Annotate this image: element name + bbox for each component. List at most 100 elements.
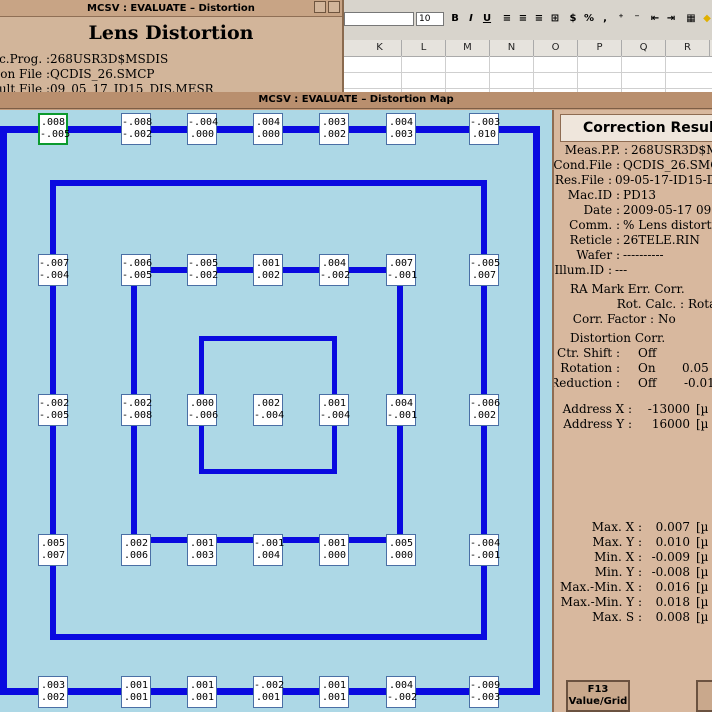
x-value: .001: [255, 258, 281, 269]
value-cell[interactable]: .008 -.005: [38, 113, 70, 145]
x-value: .001: [321, 398, 347, 409]
value-cell[interactable]: -.006 -.005: [121, 254, 152, 286]
column-headers: K L M N O P Q R: [344, 40, 712, 57]
ctr-shift-label: Ctr. Shift :: [557, 346, 620, 360]
x-value: .004: [388, 398, 414, 409]
info-label: Cond.File :: [553, 158, 620, 172]
distortion-map-titlebar[interactable]: MCSV : EVALUATE – Distortion Map: [0, 92, 712, 109]
value-cell[interactable]: .004 -.001: [386, 394, 417, 426]
value-cell[interactable]: .001.003: [187, 534, 217, 566]
value-cell[interactable]: .003.002: [38, 676, 68, 708]
reduction-value: -0.01: [684, 376, 712, 390]
value-cell[interactable]: .007 -.001: [386, 254, 417, 286]
grid-line: [344, 72, 712, 73]
column-header[interactable]: L: [402, 40, 446, 56]
x-value: .002: [255, 398, 281, 409]
value-cell[interactable]: -.002 -.008: [121, 394, 152, 426]
stat-label: Min. Y :: [594, 565, 642, 579]
bold-button[interactable]: B: [448, 12, 462, 26]
function-key-button[interactable]: [696, 680, 712, 712]
underline-button[interactable]: U: [480, 12, 494, 26]
value-cell[interactable]: -.004 -.001: [469, 534, 500, 566]
info-label: Res.File :: [554, 173, 612, 187]
value-cell[interactable]: .001.000: [319, 534, 349, 566]
percent-button[interactable]: %: [582, 12, 596, 26]
value-cell[interactable]: .001.001: [187, 676, 217, 708]
value-cell[interactable]: -.002.001: [253, 676, 284, 708]
grid-line: [401, 56, 402, 92]
value-cell[interactable]: .005.000: [386, 534, 416, 566]
info-value: ---: [615, 263, 628, 277]
value-cell[interactable]: -.007 -.004: [38, 254, 70, 286]
column-header[interactable]: O: [534, 40, 578, 56]
info-label: Date :: [583, 203, 620, 217]
value-cell[interactable]: -.002 -.005: [38, 394, 70, 426]
font-size-select[interactable]: 10: [416, 12, 444, 26]
value-cell[interactable]: .005.007: [38, 534, 68, 566]
distortion-map: .008 -.005 -.008 -.002 -.004.000 .004.000 …: [0, 110, 552, 712]
value-cell[interactable]: .001.001: [319, 676, 349, 708]
y-value: .002: [40, 692, 66, 703]
value-cell[interactable]: -.006.002: [469, 394, 500, 426]
value-cell[interactable]: .002.006: [121, 534, 151, 566]
value-cell[interactable]: -.003.010: [469, 113, 500, 145]
value-cell[interactable]: .000 -.006: [187, 394, 218, 426]
italic-button[interactable]: I: [464, 12, 478, 26]
column-header[interactable]: N: [490, 40, 534, 56]
x-value: .008: [40, 117, 66, 128]
lens-heading: Lens Distortion: [88, 22, 254, 44]
borders-icon[interactable]: ▦: [684, 12, 698, 26]
value-cell[interactable]: .004 -.002: [319, 254, 350, 286]
y-value: -.004: [39, 270, 70, 281]
indent-icon[interactable]: ⇤: [648, 12, 662, 26]
currency-button[interactable]: $: [566, 12, 580, 26]
second-grid-line: [50, 180, 487, 186]
value-cell[interactable]: .003.002: [319, 113, 349, 145]
column-header[interactable]: R: [666, 40, 710, 56]
column-header[interactable]: K: [358, 40, 402, 56]
decrease-decimal-icon[interactable]: ⁻: [630, 12, 644, 26]
comma-button[interactable]: ,: [598, 12, 612, 26]
x-value: -.002: [39, 398, 70, 409]
align-left-icon[interactable]: ≡: [500, 12, 514, 26]
align-center-icon[interactable]: ≡: [516, 12, 530, 26]
value-cell[interactable]: .004.003: [386, 113, 416, 145]
column-header[interactable]: P: [578, 40, 622, 56]
font-name-select[interactable]: [344, 12, 414, 26]
outdent-icon[interactable]: ⇥: [664, 12, 678, 26]
value-cell[interactable]: .001.002: [253, 254, 283, 286]
info-value: 268USR3D$MSDIS: [631, 143, 712, 157]
lens-window-titlebar[interactable]: MCSV : EVALUATE – Distortion: [0, 0, 342, 17]
value-grid-button[interactable]: F13 Value/Grid: [566, 680, 630, 712]
value-cell[interactable]: -.008 -.002: [121, 113, 152, 145]
increase-decimal-icon[interactable]: ⁺: [614, 12, 628, 26]
ctr-shift-value: Off: [638, 346, 657, 360]
column-header[interactable]: M: [446, 40, 490, 56]
fill-color-icon[interactable]: ◆: [700, 12, 712, 26]
minimize-button[interactable]: [314, 1, 326, 13]
stat-label: Max. X :: [591, 520, 642, 534]
value-cell[interactable]: -.005 -.002: [187, 254, 218, 286]
x-value: .001: [321, 680, 347, 691]
value-cell[interactable]: -.009 -.003: [469, 676, 500, 708]
stat-label: Max. S :: [592, 610, 642, 624]
info-value: 09_05_17_ID15_DIS.MESR: [50, 82, 214, 92]
value-cell[interactable]: -.005.007: [469, 254, 500, 286]
value-cell[interactable]: -.004.000: [187, 113, 218, 145]
y-value: .001: [255, 692, 281, 703]
address-x-value: -13000: [647, 402, 690, 416]
info-value: PD13: [623, 188, 656, 202]
y-value: .007: [40, 550, 66, 561]
y-value: -.005: [39, 410, 70, 421]
close-button[interactable]: [328, 1, 340, 13]
value-cell[interactable]: .004.000: [253, 113, 283, 145]
info-value: ----------: [623, 248, 664, 262]
value-cell[interactable]: -.001.004: [253, 534, 284, 566]
value-cell[interactable]: .002 -.004: [253, 394, 284, 426]
value-cell[interactable]: .001.001: [121, 676, 151, 708]
value-cell[interactable]: .004 -.002: [386, 676, 417, 708]
column-header[interactable]: Q: [622, 40, 666, 56]
value-cell[interactable]: .001 -.004: [319, 394, 350, 426]
align-right-icon[interactable]: ≡: [532, 12, 546, 26]
merge-center-icon[interactable]: ⊞: [548, 12, 562, 26]
